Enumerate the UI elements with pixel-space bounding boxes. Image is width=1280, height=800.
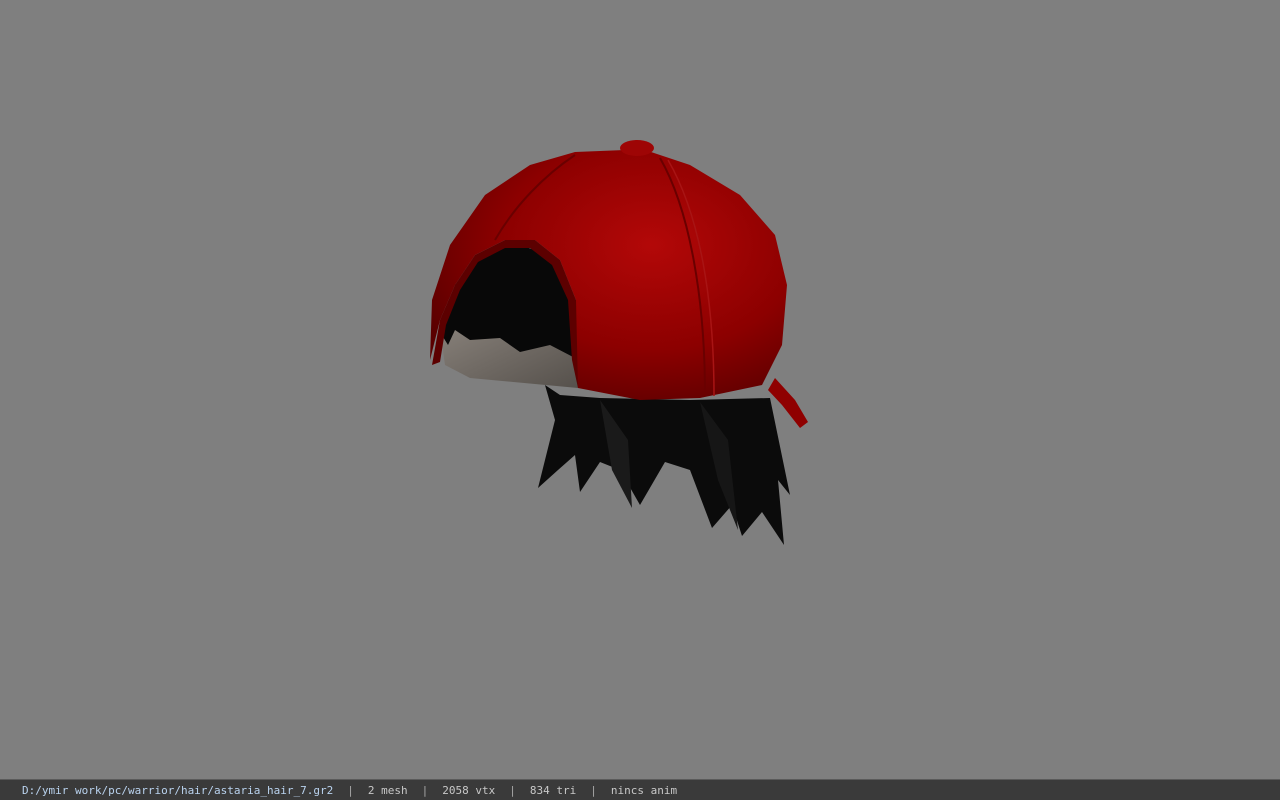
file-path: D:/ymir work/pc/warrior/hair/astaria_hai… bbox=[22, 783, 334, 797]
mesh-count: 2 mesh bbox=[367, 783, 408, 797]
separator: | bbox=[590, 783, 597, 797]
triangle-count: 834 tri bbox=[529, 783, 577, 797]
vertex-count: 2058 vtx bbox=[442, 783, 496, 797]
separator: | bbox=[509, 783, 516, 797]
cap-button bbox=[620, 140, 654, 156]
3d-viewport[interactable] bbox=[0, 0, 1280, 779]
status-bar: D:/ymir work/pc/warrior/hair/astaria_hai… bbox=[0, 779, 1280, 800]
hair-strands bbox=[538, 385, 790, 545]
separator: | bbox=[421, 783, 429, 797]
hair-model-render bbox=[430, 140, 808, 545]
animation-status: nincs anim bbox=[610, 783, 678, 797]
separator: | bbox=[347, 783, 354, 797]
